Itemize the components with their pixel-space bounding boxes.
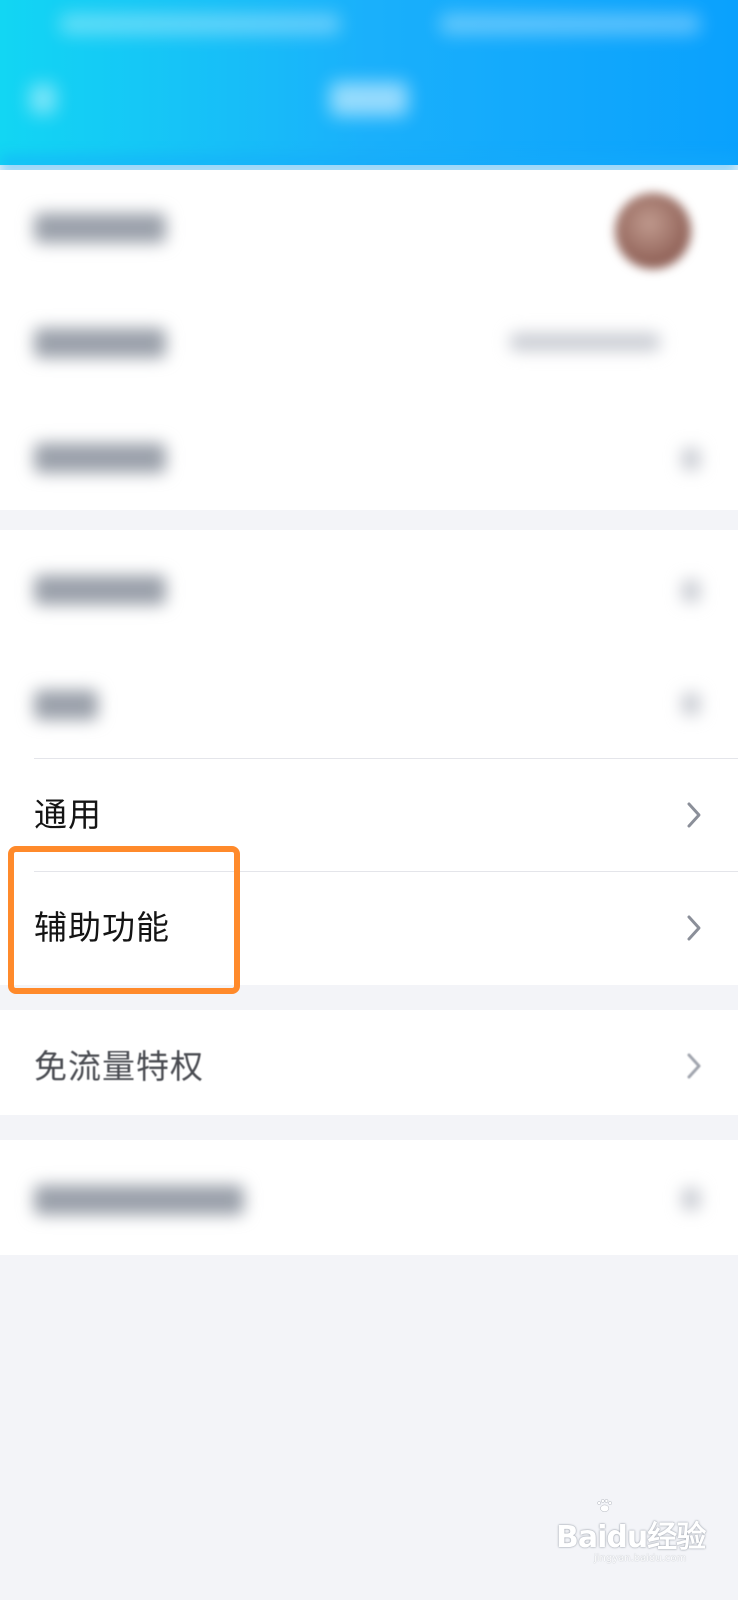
settings-row-blurred-5[interactable] [0,645,738,758]
settings-group-data: 免流量特权 [0,1010,738,1115]
blurred-label [34,328,166,358]
settings-group-account [0,170,738,510]
settings-row-free-data[interactable]: 免流量特权 [0,1010,738,1115]
chevron-right-icon [687,802,701,828]
blurred-label [34,690,98,720]
avatar[interactable] [615,193,691,269]
settings-item-label: 通用 [34,795,102,834]
settings-row-blurred-6[interactable] [0,1140,738,1255]
chevron-right-icon [687,1053,701,1079]
blurred-label [34,213,166,243]
back-arrow-icon[interactable] [30,84,56,114]
blurred-label [34,575,166,605]
chevron-right-icon [682,580,700,602]
status-bar-right [440,14,700,34]
watermark-url: jingyan.baidu.com [594,1553,687,1564]
chevron-right-icon [687,915,701,941]
chevron-right-icon [682,448,700,470]
settings-row-blurred-2[interactable] [0,285,738,400]
settings-row-blurred-3[interactable] [0,400,738,515]
settings-row-blurred-4[interactable] [0,530,738,645]
status-bar-left [60,14,340,34]
blurred-label [34,1185,244,1215]
chevron-right-icon [682,1188,700,1210]
watermark-brand: Baidu经验 [556,1520,706,1555]
chevron-right-icon [682,693,700,715]
nav-header [0,0,738,165]
highlight-box [8,846,240,994]
blurred-value [510,333,660,351]
settings-group-about [0,1140,738,1255]
settings-item-label: 免流量特权 [34,1047,204,1086]
blurred-label [34,443,166,473]
page-title [330,82,408,116]
